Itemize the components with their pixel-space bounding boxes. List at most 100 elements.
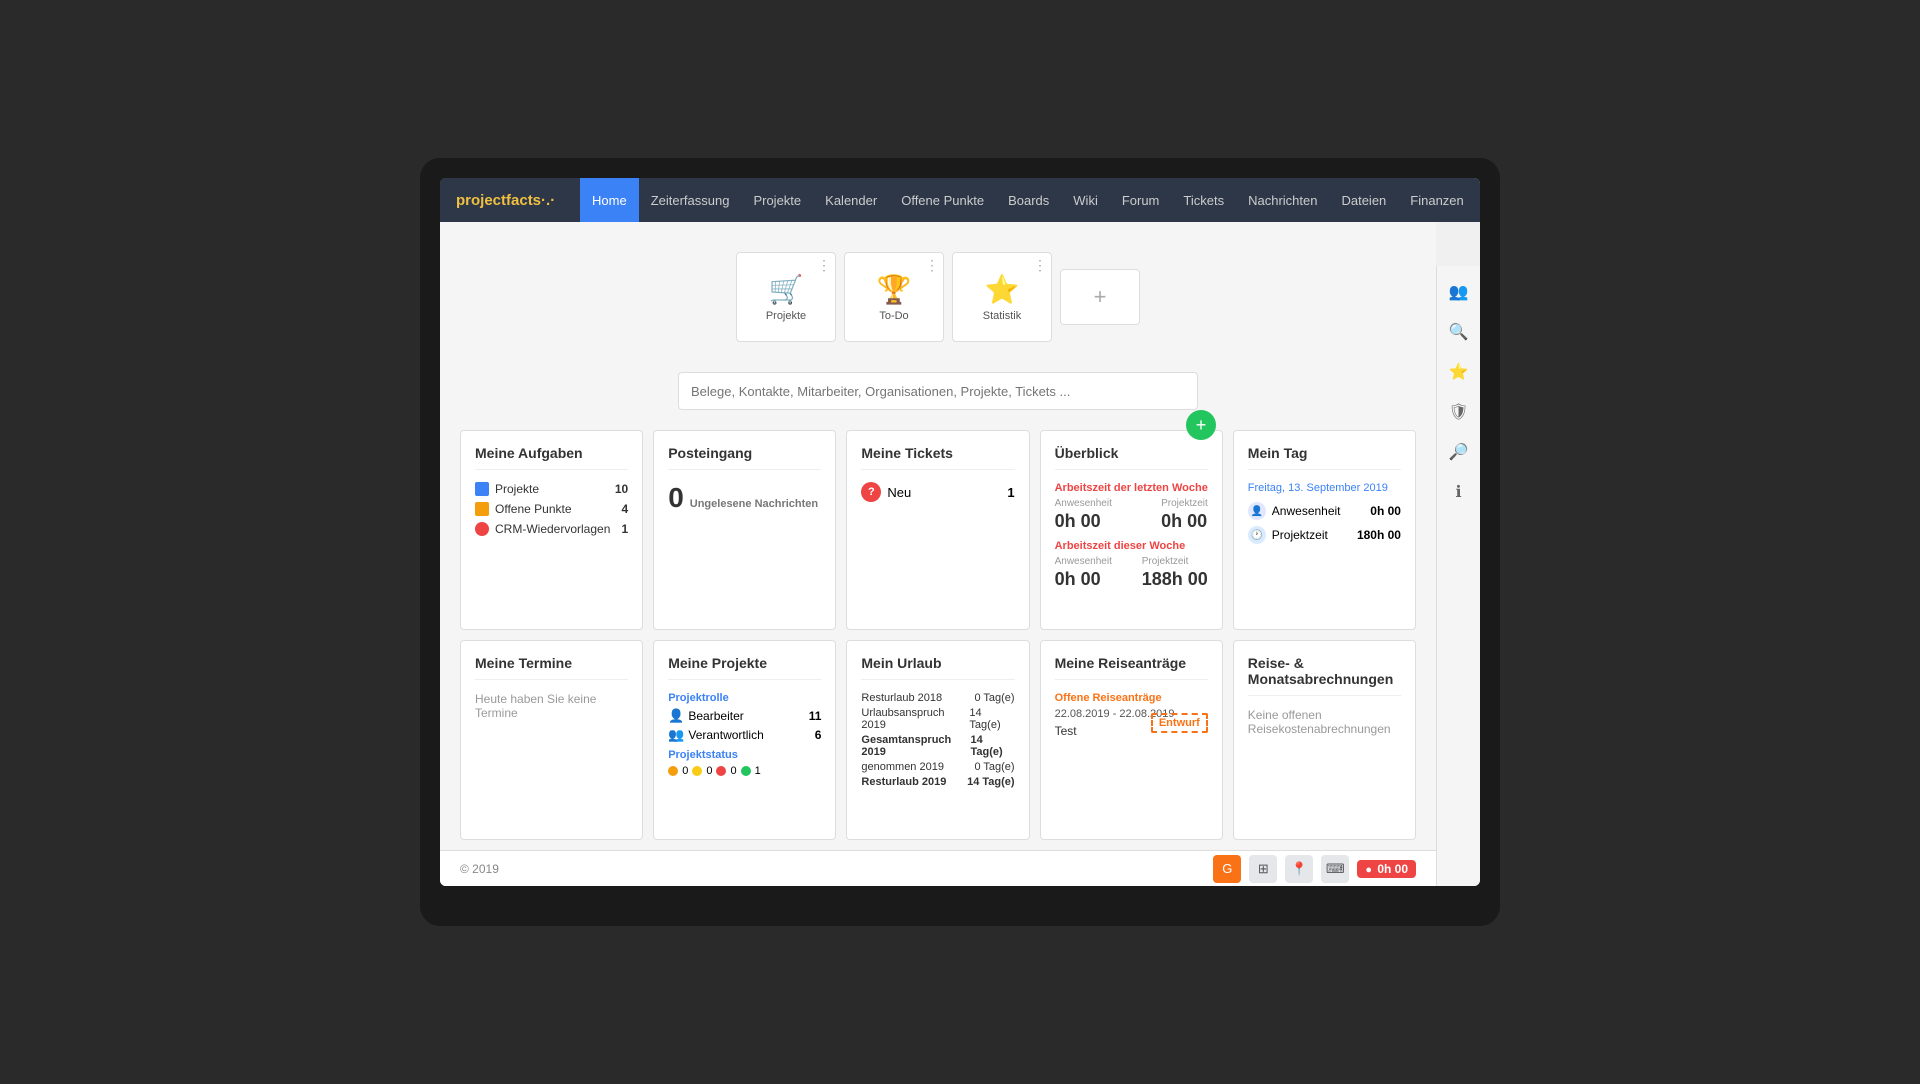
nav-dateien[interactable]: Dateien <box>1329 178 1398 222</box>
urlaub-row-4: Resturlaub 2019 14 Tag(e) <box>861 776 1014 788</box>
urlaub-label-4: Resturlaub 2019 <box>861 776 946 788</box>
status-dot-orange <box>668 766 678 776</box>
sidebar-zoom-icon[interactable]: 🔎 <box>1441 434 1477 470</box>
nav-zeiterfassung[interactable]: Zeiterfassung <box>639 178 742 222</box>
ticket-neu-count: 1 <box>1007 485 1014 500</box>
status-count-yellow: 0 <box>706 765 712 777</box>
tile-statistik-menu[interactable]: ⋮ <box>1033 257 1047 274</box>
logo[interactable]: projectfacts·.· <box>440 178 580 222</box>
aufgaben-row-projekte[interactable]: Projekte 10 <box>475 482 628 496</box>
sidebar-search-icon[interactable]: 🔍 <box>1441 314 1477 350</box>
tile-projekte-menu[interactable]: ⋮ <box>817 257 831 274</box>
sidebar-info-icon[interactable]: ℹ <box>1441 474 1477 510</box>
urlaub-label-3: genommen 2019 <box>861 761 944 773</box>
tile-projekte-label: Projekte <box>766 310 806 322</box>
inbox-sublabel: Ungelesene Nachrichten <box>690 498 818 510</box>
termine-empty-text: Heute haben Sie keine Termine <box>475 692 628 720</box>
uberblick-tw-projektzeit-val: 188h 00 <box>1142 569 1208 590</box>
widget-meine-tickets: Meine Tickets ? Neu 1 <box>846 430 1029 630</box>
aufgaben-row-crm[interactable]: CRM-Wiedervorlagen 1 <box>475 522 628 536</box>
aufgaben-offene-icon <box>475 502 489 516</box>
verantwortlich-icon: 👥 <box>668 727 684 743</box>
tile-todo-menu[interactable]: ⋮ <box>925 257 939 274</box>
entwurf-badge: Entwurf <box>1151 713 1208 733</box>
status-dot-green <box>741 766 751 776</box>
tile-statistik-label: Statistik <box>983 310 1022 322</box>
nav-forum[interactable]: Forum <box>1110 178 1172 222</box>
bearbeiter-label: Bearbeiter <box>688 709 743 723</box>
aufgaben-crm-label: CRM-Wiedervorlagen <box>495 522 622 536</box>
widget-meine-termine: Meine Termine Heute haben Sie keine Term… <box>460 640 643 840</box>
aufgaben-row-offene[interactable]: Offene Punkte 4 <box>475 502 628 516</box>
nav-boards[interactable]: Boards <box>996 178 1061 222</box>
footer-time-val: 0h 00 <box>1377 862 1408 876</box>
search-add-button[interactable]: + <box>1186 410 1216 440</box>
urlaub-val-2: 14 Tag(e) <box>970 734 1014 758</box>
footer-btn-location[interactable]: 📍 <box>1285 855 1313 883</box>
uberblick-lw-projektzeit-sub: Projektzeit <box>1161 498 1208 509</box>
footer-copyright: © 2019 <box>460 862 499 876</box>
widget-reiseantraege: Meine Reiseanträge Offene Reiseanträge 2… <box>1040 640 1223 840</box>
nav-hr[interactable]: HR <box>1476 178 1480 222</box>
nav-offenepunkte[interactable]: Offene Punkte <box>889 178 996 222</box>
widget-uberblick: Überblick Arbeitszeit der letzten Woche … <box>1040 430 1223 630</box>
nav-home[interactable]: Home <box>580 178 639 222</box>
meintag-projektzeit-icon: 🕐 <box>1248 526 1266 544</box>
inbox-count: 0 Ungelesene Nachrichten <box>668 482 821 514</box>
search-container: + <box>678 372 1198 410</box>
widget-posteingang: Posteingang 0 Ungelesene Nachrichten <box>653 430 836 630</box>
uberblick-lw-anwesenheit-sub: Anwesenheit <box>1055 498 1112 509</box>
reise-name: Test <box>1055 724 1077 738</box>
proj-status-label: Projektstatus <box>668 749 821 761</box>
uberblick-tw-anwesenheit-val: 0h 00 <box>1055 569 1112 590</box>
widget-grid-bottom: Meine Termine Heute haben Sie keine Term… <box>440 640 1436 850</box>
nav-wiki[interactable]: Wiki <box>1061 178 1110 222</box>
ticket-neu-label: Neu <box>887 485 911 500</box>
inbox-number: 0 <box>668 482 684 514</box>
urlaub-val-0: 0 Tag(e) <box>974 692 1014 704</box>
tile-statistik[interactable]: ⋮ ⭐ Statistik <box>952 252 1052 342</box>
widget-posteingang-title: Posteingang <box>668 445 821 470</box>
proj-verantwortlich-row[interactable]: 👥 Verantwortlich 6 <box>668 727 821 743</box>
nav-tickets[interactable]: Tickets <box>1171 178 1236 222</box>
aufgaben-projekte-label: Projekte <box>495 482 615 496</box>
uberblick-lw-anwesenheit-val: 0h 00 <box>1055 511 1112 532</box>
proj-bearbeiter-row[interactable]: 👤 Bearbeiter 11 <box>668 708 821 724</box>
footer-time[interactable]: ● 0h 00 <box>1357 860 1416 878</box>
add-icon: + <box>1094 284 1107 310</box>
main-content: ⋮ 🛒 Projekte ⋮ 🏆 To-Do ⋮ ⭐ Statistik <box>440 222 1436 886</box>
sidebar-star-icon[interactable]: ⭐ <box>1441 354 1477 390</box>
tile-projekte[interactable]: ⋮ 🛒 Projekte <box>736 252 836 342</box>
todo-icon: 🏆 <box>877 273 912 306</box>
status-dot-yellow <box>692 766 702 776</box>
uberblick-lastweek: Arbeitszeit der letzten Woche Anwesenhei… <box>1055 482 1208 532</box>
add-tile-button[interactable]: + <box>1060 269 1140 325</box>
ticket-row-neu[interactable]: ? Neu 1 <box>861 482 1014 502</box>
aufgaben-crm-icon <box>475 522 489 536</box>
nav-finanzen[interactable]: Finanzen <box>1398 178 1475 222</box>
search-input[interactable] <box>691 384 1185 399</box>
meintag-anwesenheit-val: 0h 00 <box>1370 504 1401 518</box>
footer-btn-keyboard[interactable]: ⌨ <box>1321 855 1349 883</box>
footer-btn-orange[interactable]: G <box>1213 855 1241 883</box>
nav-projekte[interactable]: Projekte <box>741 178 813 222</box>
bearbeiter-icon: 👤 <box>668 708 684 724</box>
nav-nachrichten[interactable]: Nachrichten <box>1236 178 1329 222</box>
footer-btn-grid[interactable]: ⊞ <box>1249 855 1277 883</box>
reisemonat-empty: Keine offenen Reisekostenabrechnungen <box>1248 708 1401 736</box>
tile-todo[interactable]: ⋮ 🏆 To-Do <box>844 252 944 342</box>
meintag-anwesenheit-row: 👤 Anwesenheit 0h 00 <box>1248 502 1401 520</box>
widget-termine-title: Meine Termine <box>475 655 628 680</box>
sidebar-shield-icon[interactable]: 🛡 <box>1441 394 1477 430</box>
widget-meine-projekte: Meine Projekte Projektrolle 👤 Bearbeiter… <box>653 640 836 840</box>
meintag-anwesenheit-icon: 👤 <box>1248 502 1266 520</box>
uberblick-thisweek: Arbeitszeit dieser Woche Anwesenheit 0h … <box>1055 540 1208 590</box>
sidebar-users-icon[interactable]: 👥 <box>1441 274 1477 310</box>
nav-kalender[interactable]: Kalender <box>813 178 889 222</box>
proj-status-row: 0 0 0 1 <box>668 765 821 777</box>
widget-meine-aufgaben: Meine Aufgaben Projekte 10 Offene Punkte… <box>460 430 643 630</box>
urlaub-val-4: 14 Tag(e) <box>967 776 1014 788</box>
urlaub-label-1: Urlaubsanspruch 2019 <box>861 707 969 731</box>
nav-items: Home Zeiterfassung Projekte Kalender Off… <box>580 178 1480 222</box>
urlaub-label-2: Gesamtanspruch 2019 <box>861 734 970 758</box>
